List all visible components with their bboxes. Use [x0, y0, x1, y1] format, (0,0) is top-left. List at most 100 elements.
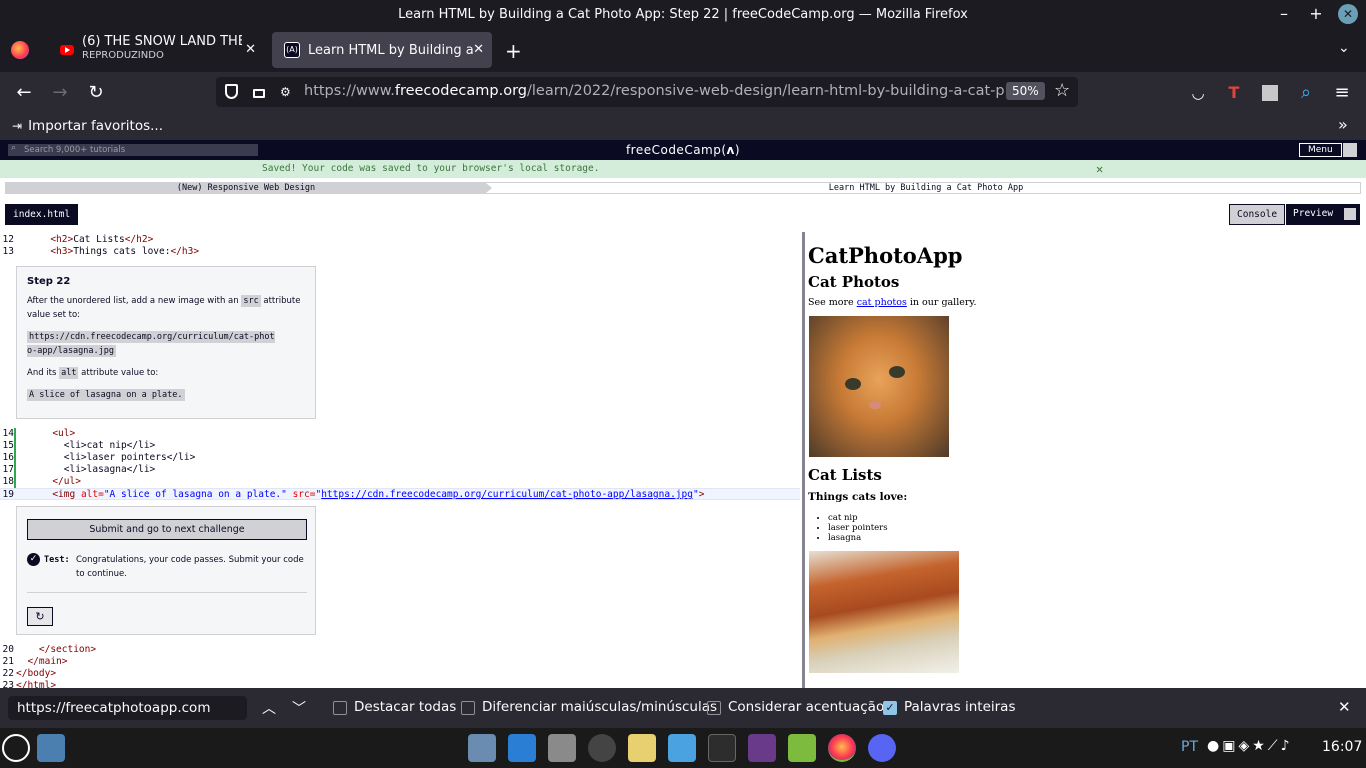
discord-icon[interactable] — [868, 734, 896, 762]
preview-button[interactable]: Preview — [1286, 204, 1360, 225]
whole-words-label[interactable]: Palavras inteiras — [904, 699, 1015, 715]
forward-icon[interactable]: → — [49, 82, 71, 104]
freecodecamp-icon: (A) — [284, 42, 300, 58]
cat-photos-link[interactable]: cat photos — [857, 297, 907, 308]
editor-line-20[interactable]: 20 </section> — [0, 644, 800, 656]
url-bar[interactable]: ⚙ https://www.freecodecamp.org/learn/202… — [216, 77, 1078, 107]
import-bookmarks-item[interactable]: ⇥ Importar favoritos... — [12, 118, 163, 134]
step-url-code: https://cdn.freecodecamp.org/curriculum/… — [27, 331, 275, 357]
match-diacritics-checkbox[interactable] — [707, 701, 721, 715]
tab-freecodecamp[interactable]: (A) Learn HTML by Building a Ca ✕ — [272, 32, 492, 68]
wxmaxima-icon[interactable] — [668, 734, 696, 762]
firefox-taskbar-icon[interactable] — [828, 734, 856, 762]
editor-line-15[interactable]: 15 <li>cat nip</li> — [0, 440, 800, 452]
close-alert-icon[interactable]: ✕ — [1096, 160, 1103, 178]
popout-icon[interactable] — [1344, 208, 1356, 220]
hamburger-menu-icon[interactable]: ≡ — [1331, 82, 1353, 104]
editor-line-21[interactable]: 21 </main> — [0, 656, 800, 668]
find-next-icon[interactable]: ﹀ — [292, 698, 306, 718]
fcc-logo[interactable]: freeCodeCamp(ʌ) — [0, 143, 1366, 157]
youtube-icon — [60, 45, 74, 55]
file-tab-index-html[interactable]: index.html — [5, 204, 79, 225]
code-editor[interactable]: 12 <h2>Cat Lists</h2> 13 <h3>Things cats… — [0, 232, 802, 688]
close-tab-icon[interactable]: ✕ — [473, 42, 484, 57]
fcc-navbar: Search 9,000+ tutorials ⌕ freeCodeCamp(ʌ… — [0, 140, 1366, 160]
reset-icon[interactable]: ↻ — [27, 607, 53, 626]
video-player-icon[interactable] — [748, 734, 776, 762]
cat-photo-image[interactable] — [809, 316, 949, 457]
volume-icon[interactable]: ♪ — [1281, 738, 1293, 754]
editor-line-17[interactable]: 17 <li>lasagna</li> — [0, 464, 800, 476]
url-text[interactable]: https://www.freecodecamp.org/learn/2022/… — [304, 83, 1004, 99]
minimize-icon[interactable]: – — [1274, 4, 1294, 24]
editor-line-18[interactable]: 18 </ul> — [0, 476, 800, 488]
import-bookmarks-label: Importar favoritos... — [28, 118, 164, 134]
files-icon[interactable] — [468, 734, 496, 762]
console-button[interactable]: Console — [1229, 204, 1286, 225]
editor-line-12[interactable]: 12 <h2>Cat Lists</h2> — [0, 234, 800, 246]
zoom-level[interactable]: 50% — [1006, 82, 1045, 100]
list-item: lasagna — [828, 533, 888, 543]
discord-tray-icon[interactable]: ● — [1207, 738, 1222, 754]
editor-line-19[interactable]: 19 <img alt="A slice of lasagna on a pla… — [0, 488, 800, 500]
star-icon[interactable]: ★ — [1252, 738, 1268, 754]
editor-line-23[interactable]: 23 </html> — [0, 680, 800, 688]
webcam-icon[interactable] — [588, 734, 616, 762]
step-title: Step 22 — [27, 276, 71, 287]
network-icon[interactable]: ⟋ — [1268, 738, 1281, 754]
preview-h2-lists: Cat Lists — [808, 466, 882, 484]
notification-icon[interactable]: ▣ — [1222, 738, 1238, 754]
mintinstall-icon[interactable] — [788, 734, 816, 762]
editor-line-14[interactable]: 14 <ul> — [0, 428, 800, 440]
close-tab-icon[interactable]: ✕ — [245, 42, 256, 57]
tab-list-chevron-icon[interactable]: ⌄ — [1338, 40, 1350, 56]
match-diacritics-label[interactable]: Considerar acentuação — [728, 699, 884, 715]
maximize-icon[interactable]: + — [1306, 4, 1326, 24]
back-icon[interactable]: ← — [13, 82, 35, 104]
tab-youtube[interactable]: (6) THE SNOW LAND THE LO REPRODUZINDO ✕ — [48, 32, 264, 68]
firefox-menu-icon[interactable] — [11, 41, 29, 59]
new-tab-icon[interactable]: + — [505, 39, 522, 63]
preview-h3: Things cats love: — [808, 491, 908, 503]
highlight-all-label[interactable]: Destacar todas — [354, 699, 456, 715]
calculator-icon[interactable] — [548, 734, 576, 762]
reload-icon[interactable]: ↻ — [85, 82, 107, 104]
mint-menu-icon[interactable] — [2, 734, 30, 762]
avatar[interactable] — [1343, 143, 1357, 157]
highlight-all-checkbox[interactable] — [333, 701, 347, 715]
breadcrumb-course[interactable]: (New) Responsive Web Design — [6, 183, 486, 193]
lock-icon[interactable] — [253, 89, 265, 98]
breadcrumb-project[interactable]: Learn HTML by Building a Cat Photo App — [492, 183, 1360, 193]
shield-tray-icon[interactable]: ◈ — [1238, 738, 1252, 754]
editor-line-13[interactable]: 13 <h3>Things cats love:</h3> — [0, 246, 800, 258]
submit-button[interactable]: Submit and go to next challenge — [27, 519, 307, 540]
bookmark-star-icon[interactable]: ☆ — [1054, 80, 1070, 101]
extension-search-icon[interactable]: ⌕ — [1295, 82, 1317, 104]
pocket-icon[interactable]: ◡ — [1187, 82, 1209, 104]
editor-line-22[interactable]: 22 </body> — [0, 668, 800, 680]
bookmarks-overflow-icon[interactable]: » — [1338, 115, 1348, 134]
close-findbar-icon[interactable]: ✕ — [1338, 698, 1351, 716]
keyboard-layout[interactable]: PT — [1181, 739, 1198, 755]
test-text: Congratulations, your code passes. Submi… — [76, 555, 304, 579]
whole-words-checkbox[interactable]: ✓ — [883, 701, 897, 715]
match-case-checkbox[interactable] — [461, 701, 475, 715]
preview-h2-photos: Cat Photos — [808, 273, 900, 291]
permissions-icon[interactable]: ⚙ — [280, 85, 291, 99]
menu-button[interactable]: Menu — [1299, 143, 1342, 157]
editor-line-16[interactable]: 16 <li>laser pointers</li> — [0, 452, 800, 464]
shield-icon[interactable] — [225, 84, 238, 99]
text-editor-icon[interactable] — [628, 734, 656, 762]
step-instruction-2: And its alt attribute value to: — [27, 367, 159, 379]
extension-photo-icon[interactable] — [1259, 82, 1281, 104]
vscode-icon[interactable] — [508, 734, 536, 762]
find-previous-icon[interactable]: ︿ — [262, 698, 276, 718]
find-input[interactable]: https://freecatphotoapp.com — [8, 696, 247, 720]
match-case-label[interactable]: Diferenciar maiúsculas/minúsculas — [482, 699, 717, 715]
clock[interactable]: 16:07 — [1322, 739, 1362, 755]
lasagna-image[interactable] — [809, 551, 959, 673]
show-desktop-icon[interactable] — [37, 734, 65, 762]
extension-t-icon[interactable]: T — [1223, 82, 1245, 104]
terminal-icon[interactable] — [708, 734, 736, 762]
close-window-icon[interactable]: ✕ — [1338, 4, 1358, 24]
